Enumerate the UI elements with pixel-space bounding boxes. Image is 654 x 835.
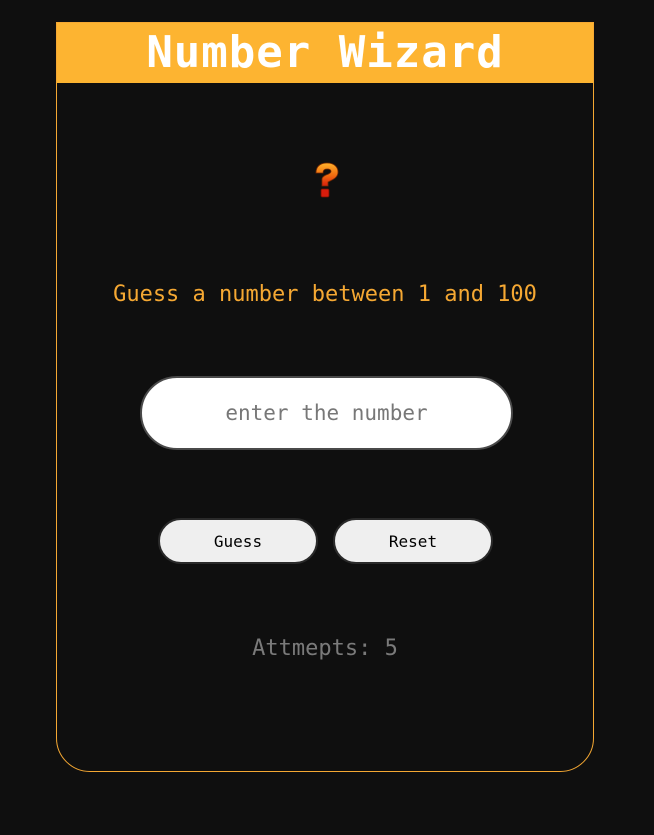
- attempts-counter: Attmepts: 5: [252, 636, 398, 661]
- app-title: Number Wizard: [146, 27, 504, 78]
- game-prompt: Guess a number between 1 and 100: [113, 282, 537, 307]
- question-mark-icon: [315, 162, 339, 198]
- guess-button[interactable]: Guess: [158, 518, 318, 564]
- number-input[interactable]: [140, 376, 513, 450]
- game-card: Number Wizard Guess a number between 1 a…: [56, 22, 594, 772]
- reset-button[interactable]: Reset: [333, 518, 493, 564]
- header-bar: Number Wizard: [57, 23, 593, 83]
